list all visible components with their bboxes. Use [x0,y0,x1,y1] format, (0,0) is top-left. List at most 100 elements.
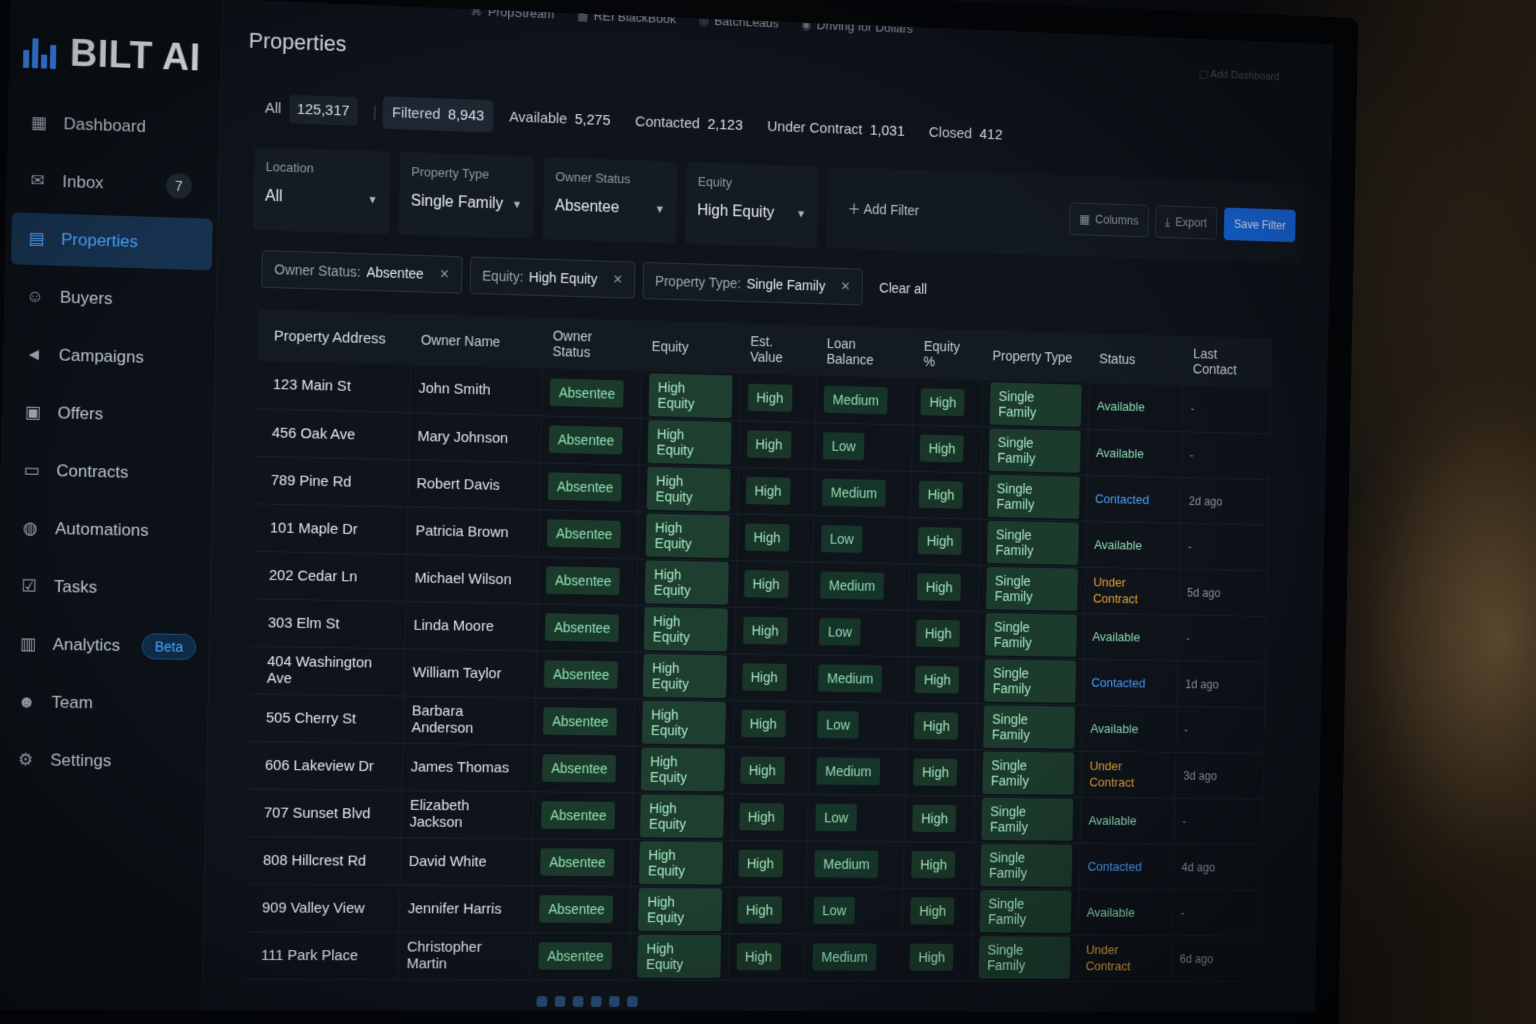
value-pill: Medium [822,478,886,508]
value-pill: High Equity [642,700,726,745]
sidebar-item-campaigns[interactable]: ◄ Campaigns [8,328,210,385]
sidebar-item-tasks[interactable]: ☑ Tasks [4,560,206,615]
count-available[interactable]: Available 5,275 [499,101,620,138]
table-row[interactable]: 111 Park Place Christopher Martin Absentee… [244,931,1261,982]
taskbar-app-icon[interactable] [536,995,548,1007]
sidebar-item-inbox[interactable]: ✉ Inbox 7 [12,154,214,212]
table-cell: High [728,933,806,981]
sidebar-item-dashboard[interactable]: ▦ Dashboard [13,96,215,155]
last-contact: - [1186,631,1191,645]
table-row[interactable]: 707 Sunset Blvd Elizabeth Jackson Absentee… [247,788,1263,845]
column-header[interactable]: Status [1089,333,1185,386]
clear-all-button[interactable]: Clear all [879,280,927,297]
last-contact: 6d ago [1179,951,1214,966]
taskbar-app-icon[interactable] [608,995,620,1007]
chip-owner-status[interactable]: Owner Status: Absentee ✕ [261,250,463,294]
sidebar-item-team[interactable]: ☻ Team [1,676,203,730]
value-pill: Absentee [549,378,625,408]
value-pill: Low [815,803,857,832]
last-contact: - [1187,539,1192,554]
table-cell: Single Family [974,749,1083,797]
save-filter-button[interactable]: Save Filter [1223,207,1297,243]
sidebar-item-contracts[interactable]: ▭ Contracts [6,444,208,500]
table-cell: High [735,560,814,609]
taskbar-app-icon[interactable] [554,995,566,1007]
count-closed[interactable]: Closed 412 [919,116,1012,151]
value-pill: High [916,619,961,648]
filter-owner-status[interactable]: Owner Status Absentee ▼ [542,157,678,244]
taskbar-app-icon[interactable] [627,995,638,1007]
table-cell: High [909,563,980,611]
table-cell: High Equity [632,792,732,840]
columns-icon: ▦ [1079,212,1090,226]
sidebar-item-buyers[interactable]: ☺ Buyers [10,270,212,328]
value-pill: High Equity [639,841,723,885]
column-header[interactable]: Last Contact [1183,335,1272,388]
table-cell: Absentee [533,791,634,840]
column-header[interactable]: Owner Name [410,313,544,369]
sidebar-item-analytics[interactable]: ▥ Analytics Beta [2,618,204,673]
download-icon: ⤓ [1165,214,1171,229]
status-label: Contacted [1094,490,1150,507]
status-label: Available [1086,904,1135,920]
column-header[interactable]: Est. Value [740,323,818,376]
table-cell: Low [805,887,904,934]
add-filter-button[interactable]: ＋ Add Filter [847,199,919,221]
sidebar-item-automations[interactable]: ◍ Automations [5,502,207,558]
property-address: 404 Washington Ave [266,653,373,688]
value-pill: High [914,712,959,740]
chip-equity[interactable]: Equity: High Equity ✕ [469,256,636,299]
column-header[interactable]: Equity % [913,328,984,381]
value-pill: Single Family [982,751,1075,795]
table-cell: High Equity [639,417,740,467]
filter-location[interactable]: Location All ▼ [252,146,391,235]
close-icon[interactable]: ✕ [612,272,623,288]
count-all[interactable]: All 125,317 [255,85,368,134]
property-address: 202 Cedar Ln [268,566,358,585]
table-cell: 1d ago [1177,660,1266,708]
count-contacted[interactable]: Contacted 2,123 [625,105,752,142]
table-cell: 909 Valley View [245,883,400,932]
close-icon[interactable]: ✕ [439,266,450,282]
last-contact: 5d ago [1187,585,1221,600]
app-logo[interactable]: BILT AI [22,31,201,81]
column-header[interactable]: Property Type [982,330,1091,384]
filter-equity[interactable]: Equity High Equity ▼ [685,162,819,248]
taskbar-app-icon[interactable] [590,995,602,1007]
sidebar-item-properties[interactable]: ▤ Properties [10,212,213,271]
value-pill: Absentee [542,754,617,783]
count-under-contract[interactable]: Under Contract 1,031 [758,110,915,148]
column-header[interactable]: Equity [641,320,742,374]
filter-actions: ＋ Add Filter ▦ Columns ⤓ Export Save Filte… [826,166,1305,264]
automations-icon: ◍ [22,518,38,538]
table-cell: High Equity [629,932,729,980]
close-icon[interactable]: ✕ [840,279,850,295]
os-taskbar [536,993,782,1009]
offers-icon: ▣ [24,402,41,422]
table-cell: 707 Sunset Blvd [247,788,402,838]
table-cell: High [908,609,979,658]
table-row[interactable]: 909 Valley View Jennifer Harris Absentee Hi… [245,883,1262,936]
sidebar-nav: ▦ Dashboard ✉ Inbox 7 ▤ Properties ☺ Buy… [0,90,221,794]
chip-property-type[interactable]: Property Type: Single Family ✕ [642,261,863,306]
column-header[interactable]: Owner Status [542,317,643,372]
table-row[interactable]: 808 Hillcrest Rd David White Absentee High … [246,836,1262,890]
table-cell: Linda Moore [404,601,538,651]
column-header[interactable]: Loan Balance [816,325,915,379]
columns-button[interactable]: ▦ Columns [1068,202,1149,238]
column-header[interactable]: Property Address [257,309,412,365]
value-pill: Absentee [549,425,624,455]
count-filtered[interactable]: Filtered 8,943 [382,96,495,133]
value-pill: High [911,851,956,879]
table-cell: High Equity [636,605,736,654]
taskbar-app-icon[interactable] [572,995,584,1007]
table-cell: Christopher Martin [398,931,532,980]
filter-property-type[interactable]: Property Type Single Family ▼ [398,151,535,239]
value-pill: High Equity [647,420,732,465]
owner-name: Christopher Martin [406,938,482,973]
value-pill: Medium [820,571,884,600]
sidebar-item-offers[interactable]: ▣ Offers [7,386,209,443]
export-button[interactable]: ⤓ Export [1154,205,1218,240]
status-label: Available [1095,444,1144,461]
sidebar-item-settings[interactable]: ⚙ Settings [0,734,202,788]
